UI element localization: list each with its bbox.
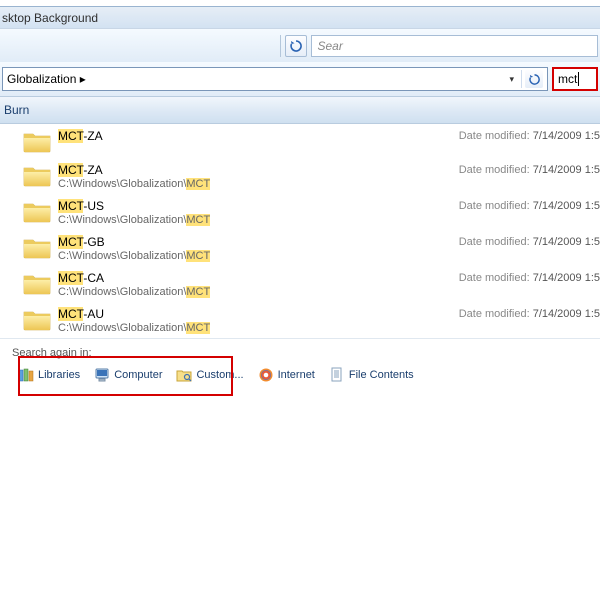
result-name: MCT-ZA [58,163,210,177]
search-again-file-contents[interactable]: File Contents [323,365,420,385]
search-input[interactable]: mct [552,67,598,91]
search-again-label: Search again in: [12,347,588,359]
refresh-icon [529,74,540,85]
result-name: MCT-ZA [58,129,103,143]
window-title: sktop Background [2,11,98,25]
folder-icon [22,198,52,224]
address-bar[interactable]: Globalization ▸ ▾ [2,67,548,91]
refresh-icon [290,40,302,52]
top-search-placeholder: Sear [318,39,343,53]
text-caret [578,72,579,86]
file-contents-icon [329,367,345,383]
address-dropdown-icon[interactable]: ▾ [509,74,514,85]
address-refresh-button[interactable] [525,70,543,88]
result-date: Date modified: 7/14/2009 1:5 [459,164,600,176]
folder-icon [22,162,52,188]
search-result[interactable]: MCT-USC:\Windows\Globalization\MCT Date m… [0,194,600,230]
refresh-button[interactable] [285,35,307,57]
result-path: C:\Windows\Globalization\MCT [58,214,210,226]
search-again-computer[interactable]: Computer [88,365,168,385]
command-bar: Burn [0,96,600,124]
result-name: MCT-AU [58,307,210,321]
search-value: mct [558,72,577,86]
result-date: Date modified: 7/14/2009 1:5 [459,272,600,284]
internet-icon [258,367,274,383]
search-result[interactable]: MCT-AUC:\Windows\Globalization\MCT Date m… [0,302,600,338]
computer-icon [94,367,110,383]
folder-icon [22,234,52,260]
search-result[interactable]: MCT-ZAC:\Windows\Globalization\MCT Date m… [0,158,600,194]
search-again-libraries[interactable]: Libraries [12,365,86,385]
result-path: C:\Windows\Globalization\MCT [58,286,210,298]
top-search-input[interactable]: Sear [311,35,599,57]
window-titlebar: sktop Background [0,6,600,28]
folder-icon [22,270,52,296]
result-date: Date modified: 7/14/2009 1:5 [459,308,600,320]
result-name: MCT-CA [58,271,210,285]
result-date: Date modified: 7/14/2009 1:5 [459,236,600,248]
folder-icon [22,128,52,154]
address-row: Globalization ▸ ▾ mct [0,62,600,96]
libraries-icon [18,367,34,383]
search-again-internet[interactable]: Internet [252,365,321,385]
folder-search-icon [176,367,192,383]
result-path: C:\Windows\Globalization\MCT [58,322,210,334]
burn-button[interactable]: Burn [4,103,29,117]
result-path: C:\Windows\Globalization\MCT [58,178,210,190]
search-result[interactable]: MCT-GBC:\Windows\Globalization\MCT Date m… [0,230,600,266]
folder-icon [22,306,52,332]
result-name: MCT-US [58,199,210,213]
results-pane: MCT-ZADate modified: 7/14/2009 1:5MCT-ZA… [0,124,600,600]
search-result[interactable]: MCT-ZA Date modified: 7/14/2009 1:5 [0,124,600,158]
search-again-custom[interactable]: Custom... [170,365,249,385]
nav-toolbar: Sear [0,28,600,62]
result-date: Date modified: 7/14/2009 1:5 [459,130,600,142]
search-again-footer: Search again in: Libraries Computer [0,338,600,401]
result-date: Date modified: 7/14/2009 1:5 [459,200,600,212]
search-result[interactable]: MCT-CAC:\Windows\Globalization\MCT Date m… [0,266,600,302]
result-name: MCT-GB [58,235,210,249]
result-path: C:\Windows\Globalization\MCT [58,250,210,262]
address-text: Globalization ▸ [7,72,509,86]
